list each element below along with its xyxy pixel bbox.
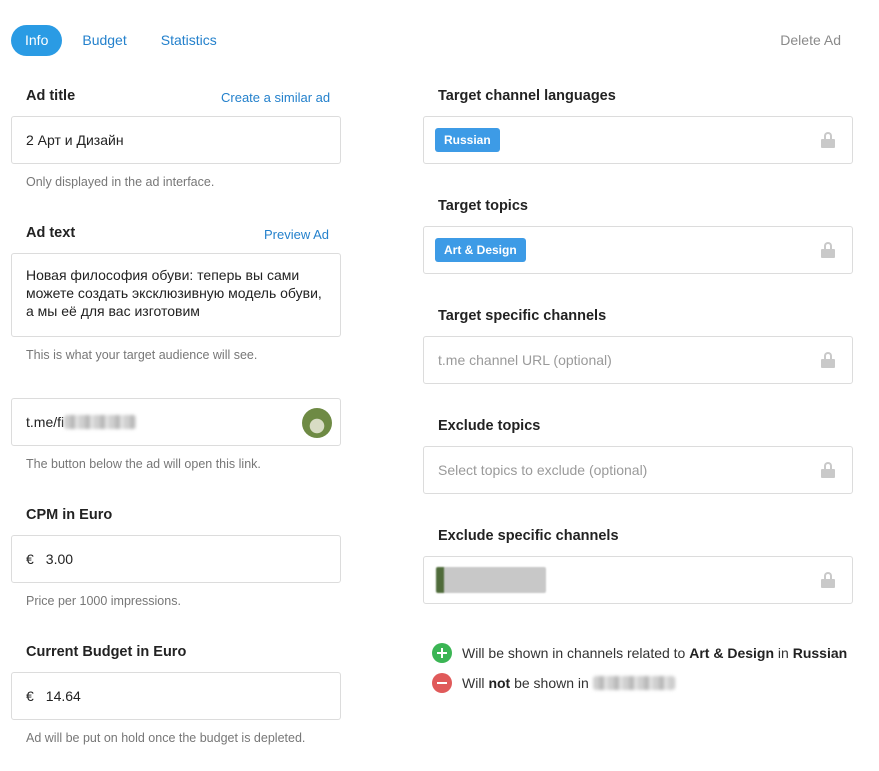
budget-input[interactable]: € 14.64 <box>11 672 341 720</box>
target-channels-placeholder: t.me channel URL (optional) <box>438 352 612 368</box>
not-shown-summary: Will not be shown in <box>432 673 675 693</box>
minus-circle-icon <box>432 673 452 693</box>
plus-circle-icon <box>432 643 452 663</box>
tab-statistics[interactable]: Statistics <box>147 25 231 56</box>
shown-in: in <box>777 645 789 661</box>
shown-prefix: Will be shown in channels related to <box>462 645 686 661</box>
budget-currency: € <box>26 688 34 704</box>
shown-topic: Art & Design <box>689 645 775 661</box>
exclude-channels-input[interactable] <box>423 556 853 604</box>
tab-bar: Info Budget Statistics <box>11 25 231 56</box>
lock-icon <box>821 572 835 588</box>
budget-label: Current Budget in Euro <box>26 644 187 660</box>
ad-title-hint: Only displayed in the ad interface. <box>26 175 215 189</box>
exclude-topics-label: Exclude topics <box>438 418 541 434</box>
exclude-topics-placeholder: Select topics to exclude (optional) <box>438 462 648 478</box>
cpm-value: 3.00 <box>45 551 74 567</box>
ad-text-textarea[interactable]: Новая философия обуви: теперь вы сами мо… <box>11 253 341 337</box>
tab-info[interactable]: Info <box>11 25 63 56</box>
not-shown-not: not <box>488 675 511 691</box>
lock-icon <box>821 242 835 258</box>
ad-text-hint: This is what your target audience will s… <box>26 348 258 362</box>
ad-text-label: Ad text <box>26 225 76 241</box>
language-tag[interactable]: Russian <box>435 128 500 152</box>
ad-title-label: Ad title <box>26 88 76 104</box>
tab-budget[interactable]: Budget <box>68 25 140 56</box>
ad-link-hint: The button below the ad will open this l… <box>26 457 261 471</box>
preview-ad-link[interactable]: Preview Ad <box>264 227 329 242</box>
target-languages-label: Target channel languages <box>438 88 616 104</box>
not-shown-post: be shown in <box>514 675 589 691</box>
ad-link-value: t.me/fi <box>26 414 65 430</box>
exclude-topics-select[interactable]: Select topics to exclude (optional) <box>423 446 853 494</box>
shown-summary: Will be shown in channels related to Art… <box>432 643 847 663</box>
budget-value: 14.64 <box>45 688 81 704</box>
lock-icon <box>821 352 835 368</box>
cpm-currency: € <box>26 551 34 567</box>
target-topics-label: Target topics <box>438 198 528 214</box>
budget-hint: Ad will be put on hold once the budget i… <box>26 731 306 745</box>
cpm-hint: Price per 1000 impressions. <box>26 594 181 608</box>
ad-link-input[interactable]: t.me/fi <box>11 398 341 446</box>
cpm-input[interactable]: € 3.00 <box>11 535 341 583</box>
create-similar-ad-link[interactable]: Create a similar ad <box>221 90 330 105</box>
lock-icon <box>821 132 835 148</box>
shown-language: Russian <box>792 645 848 661</box>
topic-tag[interactable]: Art & Design <box>435 238 526 262</box>
redacted-link <box>64 415 137 429</box>
excluded-channel-chip[interactable] <box>436 567 546 593</box>
target-topics-select[interactable]: Art & Design <box>423 226 853 274</box>
ad-text-value: Новая философия обуви: теперь вы сами мо… <box>26 267 322 319</box>
cpm-label: CPM in Euro <box>26 507 113 523</box>
lock-icon <box>821 462 835 478</box>
channel-avatar <box>302 408 332 438</box>
target-channels-input[interactable]: t.me channel URL (optional) <box>423 336 853 384</box>
ad-title-value: 2 Арт и Дизайн <box>26 132 124 148</box>
redacted-channel-name <box>592 676 675 690</box>
target-channels-label: Target specific channels <box>438 308 607 324</box>
not-shown-pre: Will <box>462 675 485 691</box>
target-languages-select[interactable]: Russian <box>423 116 853 164</box>
ad-title-input[interactable]: 2 Арт и Дизайн <box>11 116 341 164</box>
exclude-channels-label: Exclude specific channels <box>438 528 619 544</box>
delete-ad-button[interactable]: Delete Ad <box>780 32 841 48</box>
